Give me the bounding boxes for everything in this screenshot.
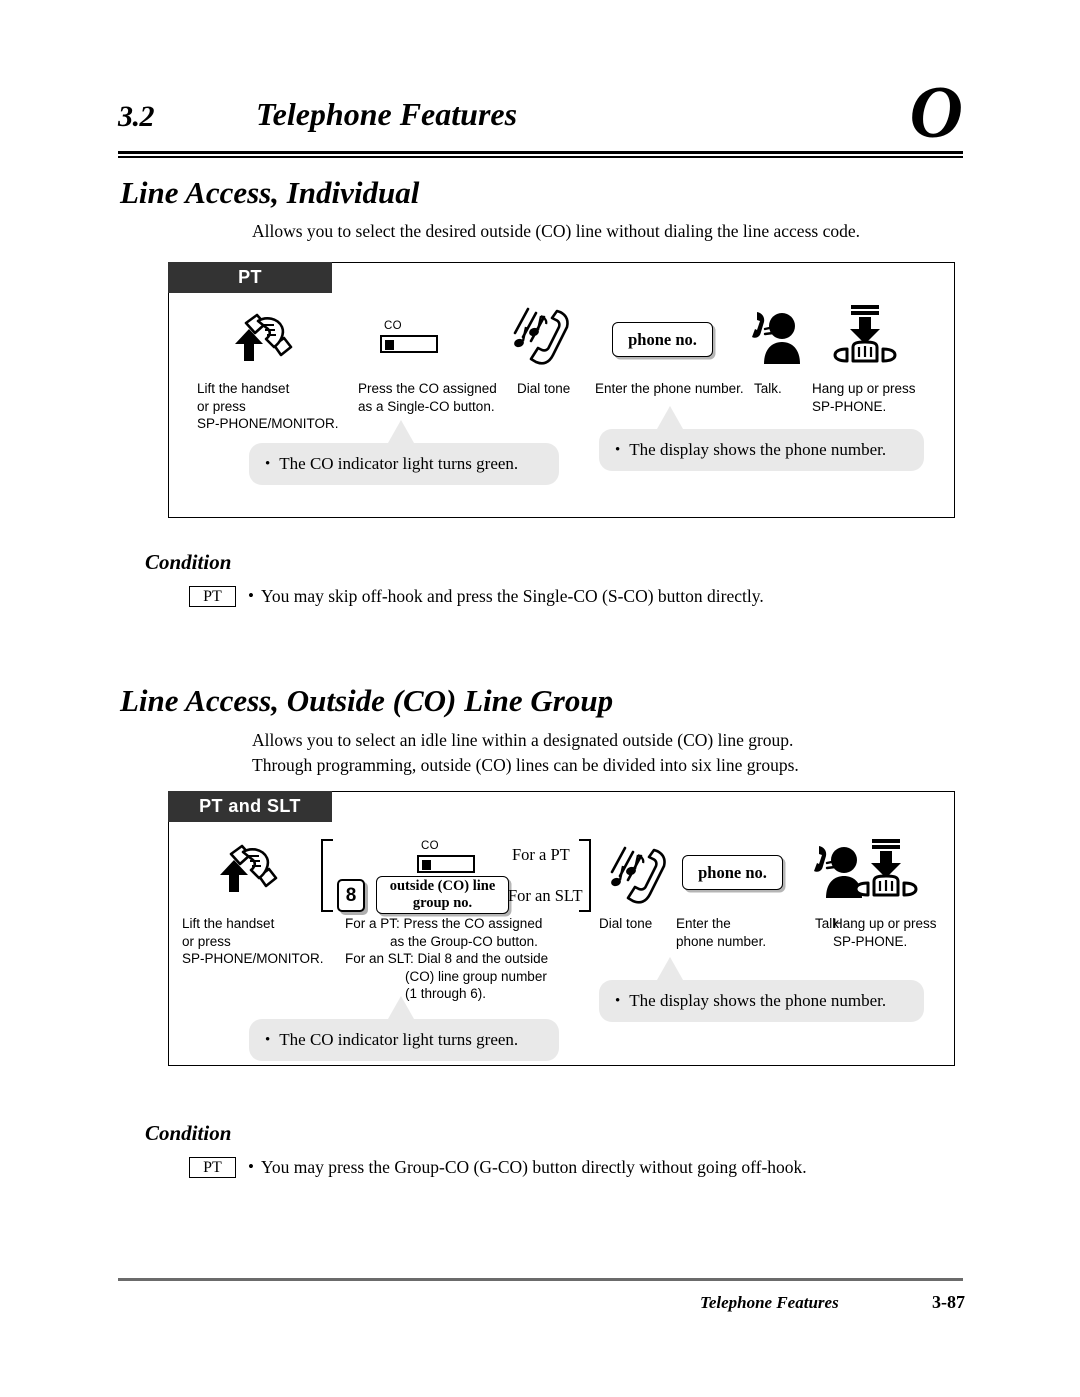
feature-title-line-access-individual: Line Access, Individual <box>120 175 420 210</box>
condition-tag-pt-1: PT <box>189 586 236 607</box>
step-caption-talk: Talk. <box>754 381 782 396</box>
condition-row-1: PT • You may skip off-hook and press the… <box>189 585 764 607</box>
step-caption-hang-up: Hang up or press SP-PHONE. <box>812 381 916 414</box>
feature-title-line-access-co-group: Line Access, Outside (CO) Line Group <box>120 683 614 718</box>
callout-bullet: • <box>615 992 621 1009</box>
lift-handset-icon <box>224 311 296 374</box>
diagram-tab-pt-and-slt: PT and SLT <box>168 791 332 822</box>
hang-up-icon <box>852 837 920 904</box>
bracket-left <box>321 839 333 912</box>
callout-bullet: • <box>265 455 271 472</box>
step-caption-enter-number: Enter the phone number. <box>676 916 767 949</box>
group-box-line-1: outside (CO) line <box>389 878 496 894</box>
callout-co-indicator: • The CO indicator light turns green. <box>249 443 559 485</box>
condition-heading-1: Condition <box>145 550 232 574</box>
co-button-label: CO <box>421 840 439 852</box>
footer-page-number: 3-87 <box>932 1292 965 1312</box>
callout-text: The CO indicator light turns green. <box>279 1030 519 1049</box>
condition-heading-2: Condition <box>145 1121 232 1145</box>
page-header: 3.2 Telephone Features O <box>118 76 963 160</box>
co-button-lamp <box>422 860 431 870</box>
chapter-letter: O <box>909 72 963 154</box>
lift-handset-icon <box>209 842 281 905</box>
step-caption-group-co-selection: For a PT: Press the CO assigned as the G… <box>345 916 549 1001</box>
callout-bullet: • <box>615 441 621 458</box>
phone-number-display-icon: phone no. <box>612 322 713 357</box>
condition-text-1: You may skip off-hook and press the Sing… <box>260 586 764 606</box>
feature-description-2-line-2: Through programming, outside (CO) lines … <box>252 755 799 775</box>
step-caption-enter-number: Enter the phone number. <box>595 381 744 396</box>
diagram-tab-pt: PT <box>168 262 332 293</box>
bracket-label-for-an-slt: For an SLT <box>508 886 583 905</box>
callout-bullet: • <box>265 1031 271 1048</box>
condition-bullet-2: • <box>248 1157 254 1176</box>
co-button-body <box>417 855 475 873</box>
footer-rule <box>118 1278 963 1281</box>
phone-number-display-icon: phone no. <box>682 855 783 890</box>
step-caption-dial-tone: Dial tone <box>599 916 653 931</box>
header-rule-thin <box>118 156 963 158</box>
footer-label: Telephone Features <box>700 1293 839 1312</box>
step-caption-lift-handset: Lift the handset or press SP-PHONE/MONIT… <box>182 916 324 966</box>
group-number-box: outside (CO) line group no. <box>376 876 509 914</box>
section-title: Telephone Features <box>256 96 518 132</box>
co-button-label: CO <box>384 320 402 332</box>
condition-tag-pt-2: PT <box>189 1157 236 1178</box>
dial-tone-icon <box>606 842 676 919</box>
step-caption-lift-handset: Lift the handset or press SP-PHONE/MONIT… <box>197 381 339 431</box>
step-caption-press-co: Press the CO assigned as a Single-CO but… <box>358 381 497 414</box>
feature-description-1: Allows you to select the desired outside… <box>252 221 860 241</box>
callout-co-indicator: • The CO indicator light turns green. <box>249 1019 559 1061</box>
callout-text: The display shows the phone number. <box>629 440 887 459</box>
callout-tail-display <box>657 957 683 980</box>
header-rule-thick <box>118 151 963 154</box>
co-button-lamp <box>385 340 394 350</box>
diagram-pt-slt-line-access-co-group: PT and SLT Lift the handset or press SP-… <box>168 791 955 1066</box>
callout-tail-co-indicator <box>388 996 414 1019</box>
callout-tail-co-indicator <box>388 420 414 443</box>
keycap-8: 8 <box>337 879 365 912</box>
step-caption-dial-tone: Dial tone <box>517 381 571 396</box>
bracket-label-for-a-pt: For a PT <box>512 845 570 864</box>
callout-display-shows-number: • The display shows the phone number. <box>599 980 924 1022</box>
group-box-line-2: group no. <box>412 895 473 911</box>
callout-display-shows-number: • The display shows the phone number. <box>599 429 924 471</box>
condition-text-2: You may press the Group-CO (G-CO) button… <box>260 1157 807 1177</box>
feature-description-2-line-1: Allows you to select an idle line within… <box>252 730 794 750</box>
step-caption-hang-up: Hang up or press SP-PHONE. <box>833 916 937 949</box>
co-button-body <box>380 335 438 353</box>
diagram-pt-line-access-individual: PT Lift the handset or press SP-PHONE/MO… <box>168 262 955 518</box>
callout-tail-display <box>657 406 683 429</box>
condition-row-2: PT • You may press the Group-CO (G-CO) b… <box>189 1156 807 1178</box>
callout-text: The CO indicator light turns green. <box>279 454 519 473</box>
condition-bullet-1: • <box>248 586 254 605</box>
talk-icon <box>747 308 807 373</box>
callout-text: The display shows the phone number. <box>629 991 887 1010</box>
hang-up-icon <box>831 303 899 370</box>
dial-tone-icon <box>509 303 579 380</box>
section-number: 3.2 <box>118 100 155 133</box>
